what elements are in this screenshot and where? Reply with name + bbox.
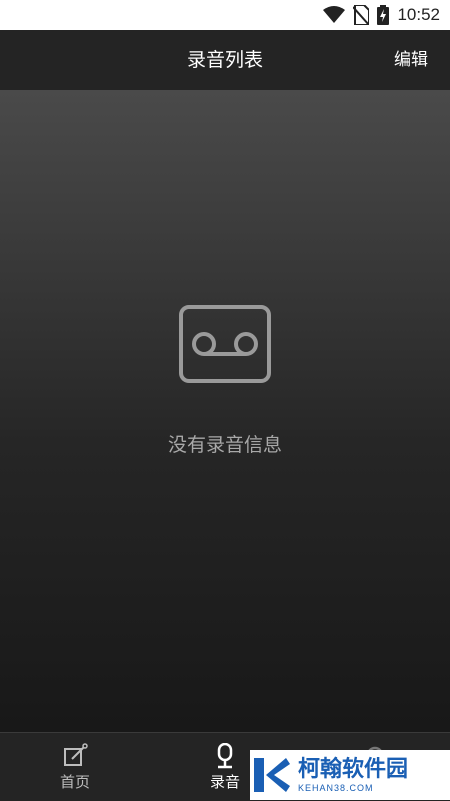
status-icons: 10:52 [323,0,440,30]
watermark: 柯翰软件园 KEHAN38.COM [250,750,450,800]
watermark-subtitle: KEHAN38.COM [298,783,374,793]
header: 录音列表 编辑 [0,30,450,90]
edit-button[interactable]: 编辑 [394,30,428,90]
tab-home-label: 首页 [59,773,90,791]
watermark-logo [254,758,290,792]
watermark-title: 柯翰软件园 [298,757,409,782]
empty-message: 没有录音信息 [167,434,282,456]
edit-note-icon [64,743,88,766]
wifi-icon [323,6,346,23]
battery-charging-icon [377,5,390,25]
cassette-tape-icon [179,305,271,383]
microphone-icon [217,743,233,769]
tab-home[interactable]: 首页 [20,733,130,801]
recording-list: 没有录音信息 [0,90,450,732]
page-title: 录音列表 [186,49,263,71]
status-bar: 10:52 [0,0,450,30]
status-time: 10:52 [397,5,440,24]
watermark-text: 柯翰软件园 KEHAN38.COM [298,757,408,793]
no-sim-icon [353,5,370,25]
